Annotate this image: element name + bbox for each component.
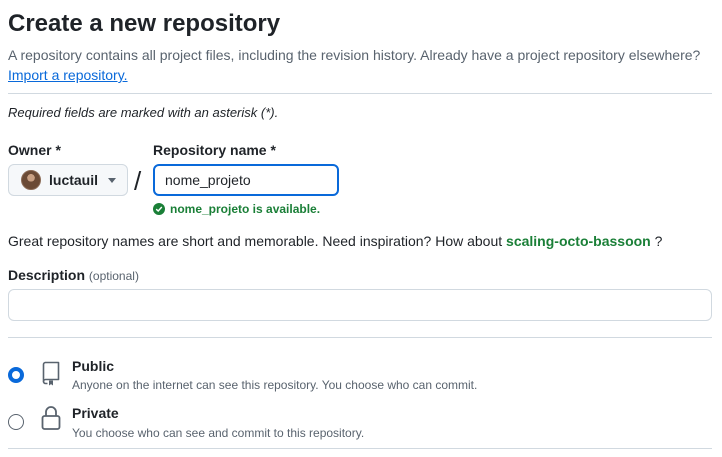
description-input[interactable] xyxy=(8,289,712,321)
name-suggestion: Great repository names are short and mem… xyxy=(8,233,662,249)
repository-name-label: Repository name * xyxy=(153,142,276,158)
check-circle-icon xyxy=(153,203,165,215)
avatar xyxy=(21,170,41,190)
divider xyxy=(8,93,712,94)
description-label: Description (optional) xyxy=(8,267,139,283)
page-title: Create a new repository xyxy=(8,10,281,37)
availability-text: nome_projeto is available. xyxy=(170,202,321,216)
private-title: Private xyxy=(72,405,119,421)
caret-down-icon xyxy=(108,177,117,183)
private-description: You choose who can see and commit to thi… xyxy=(72,426,365,440)
private-radio[interactable] xyxy=(8,414,24,430)
suggestion-prefix: Great repository names are short and mem… xyxy=(8,233,503,249)
owner-label: Owner * xyxy=(8,142,61,158)
divider xyxy=(8,448,712,449)
public-title: Public xyxy=(72,358,115,374)
import-repository-link[interactable]: Import a repository. xyxy=(8,67,128,83)
page-subtitle: A repository contains all project files,… xyxy=(8,47,701,63)
repo-icon xyxy=(40,360,64,391)
required-fields-note: Required fields are marked with an aster… xyxy=(8,105,279,120)
public-radio[interactable] xyxy=(8,367,24,383)
public-description: Anyone on the internet can see this repo… xyxy=(72,378,478,392)
availability-message: nome_projeto is available. xyxy=(153,202,320,216)
repository-name-input[interactable] xyxy=(153,164,339,196)
suggested-name-link[interactable]: scaling-octo-bassoon xyxy=(506,233,651,249)
suggestion-suffix: ? xyxy=(654,233,663,249)
divider xyxy=(8,337,712,338)
owner-name: luctauil xyxy=(49,172,99,188)
owner-dropdown[interactable]: luctauil xyxy=(8,164,128,196)
lock-icon xyxy=(40,405,62,436)
description-label-text: Description xyxy=(8,267,86,283)
owner-repo-separator: / xyxy=(134,166,142,196)
optional-hint: (optional) xyxy=(88,269,139,283)
